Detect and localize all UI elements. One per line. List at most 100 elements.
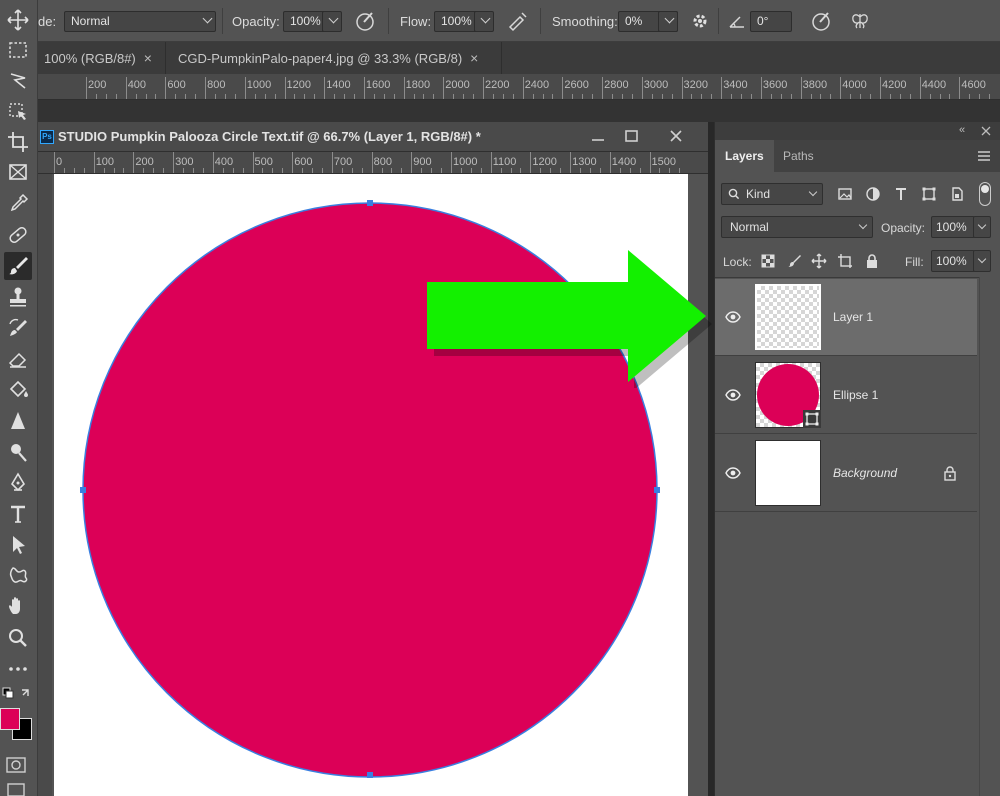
layer-row-layer-1[interactable]: Layer 1 [715, 279, 977, 356]
ruler-label: 3600 [762, 79, 788, 91]
horizontal-ruler: 0 100 200 300 400 500 600 700 800 900 1000 1100 1200… [38, 152, 708, 174]
smart-object-filter-icon[interactable] [949, 186, 965, 202]
pen-tool-icon[interactable] [4, 469, 32, 497]
eraser-tool-icon[interactable] [4, 345, 32, 373]
hand-tool-icon[interactable] [4, 593, 32, 621]
anchor-point[interactable] [367, 772, 373, 778]
more-tools-icon[interactable] [4, 655, 32, 683]
symmetry-icon[interactable] [848, 9, 872, 33]
path-selection-tool-icon[interactable] [4, 531, 32, 559]
filter-type-select[interactable]: Kind [721, 183, 823, 205]
ruler-tick [234, 94, 236, 99]
ruler-tick [232, 168, 234, 173]
ruler-tick [532, 94, 534, 99]
anchor-point[interactable] [654, 487, 660, 493]
ruler-tick [95, 94, 97, 99]
opacity-dropdown[interactable] [322, 11, 342, 32]
crop-tool-icon[interactable] [4, 128, 32, 156]
ruler-tick [115, 94, 117, 99]
lock-artboard-icon[interactable] [837, 253, 853, 269]
pixel-filter-icon[interactable] [837, 186, 853, 202]
mode-select[interactable]: Normal [64, 11, 216, 32]
blur-tool-icon[interactable] [4, 407, 32, 435]
document-tab[interactable]: 100% (RGB/8#) × [38, 42, 166, 74]
close-icon[interactable]: × [470, 50, 478, 66]
clone-stamp-tool-icon[interactable] [4, 283, 32, 311]
visibility-eye-icon[interactable] [725, 465, 741, 481]
panel-menu-icon[interactable] [977, 150, 991, 162]
marquee-tool-icon[interactable] [4, 36, 32, 64]
fill-dropdown[interactable] [973, 250, 991, 272]
panel-scrollbar[interactable] [979, 277, 1000, 796]
layer-opacity-input[interactable]: 100% [931, 216, 975, 238]
lock-image-pixels-icon[interactable] [787, 253, 803, 269]
ruler-tick [125, 77, 127, 99]
healing-brush-tool-icon[interactable] [4, 221, 32, 249]
flow-dropdown[interactable] [474, 11, 494, 32]
custom-shape-tool-icon[interactable] [4, 562, 32, 590]
lock-position-icon[interactable] [811, 253, 827, 269]
lasso-tool-icon[interactable] [4, 66, 32, 94]
visibility-eye-icon[interactable] [725, 387, 741, 403]
chevron-down-icon [664, 13, 675, 24]
screen-mode-icon[interactable] [4, 782, 28, 796]
visibility-eye-icon[interactable] [725, 309, 741, 325]
shape-filter-icon[interactable] [921, 186, 937, 202]
filter-toggle[interactable] [979, 182, 991, 206]
ruler-tick [850, 94, 852, 99]
lock-all-icon[interactable] [865, 253, 879, 269]
zoom-tool-icon[interactable] [4, 624, 32, 652]
ruler-tick [155, 94, 157, 99]
ruler-tick [512, 94, 514, 99]
foreground-color-swatch[interactable] [0, 708, 20, 730]
ruler-label: 3800 [802, 79, 828, 91]
object-select-tool-icon[interactable] [4, 98, 32, 126]
document-tab[interactable]: CGD-PumpkinPalo-paper4.jpg @ 33.3% (RGB/… [172, 42, 502, 74]
minimize-icon[interactable] [590, 130, 606, 144]
anchor-point[interactable] [367, 200, 373, 206]
ruler-tick [760, 77, 762, 99]
layer-row-ellipse-1[interactable]: Ellipse 1 [715, 357, 977, 434]
tab-layers[interactable]: Layers [715, 140, 774, 172]
fill-input[interactable]: 100% [931, 250, 975, 272]
layer-row-background[interactable]: Background [715, 435, 977, 512]
dodge-tool-icon[interactable] [4, 438, 32, 466]
quick-mask-icon[interactable] [4, 756, 28, 774]
ruler-tick [324, 77, 326, 99]
paint-bucket-tool-icon[interactable] [4, 376, 32, 404]
anchor-point[interactable] [80, 487, 86, 493]
close-icon[interactable]: × [144, 50, 152, 66]
document-title-bar[interactable]: Ps STUDIO Pumpkin Palooza Circle Text.ti… [38, 122, 708, 152]
divider [715, 277, 1000, 278]
pressure-opacity-icon[interactable] [354, 9, 378, 33]
gear-icon[interactable] [688, 9, 712, 33]
pressure-size-icon[interactable] [810, 9, 834, 33]
collapse-panel-icon[interactable]: « [959, 124, 965, 136]
lock-transparent-pixels-icon[interactable] [761, 254, 775, 268]
airbrush-icon[interactable] [506, 9, 530, 33]
angle-input[interactable]: 0° [750, 11, 792, 32]
close-icon[interactable] [668, 129, 684, 143]
move-tool-icon[interactable] [4, 6, 32, 34]
ruler-tick [83, 168, 85, 173]
ruler-label: 0 [56, 156, 63, 168]
swap-colors-icon[interactable] [2, 686, 36, 702]
type-filter-icon[interactable] [893, 186, 909, 202]
eyedropper-tool-icon[interactable] [4, 190, 32, 218]
tab-paths[interactable]: Paths [773, 140, 824, 172]
brush-tool-button[interactable] [4, 252, 32, 280]
ruler-tick [909, 94, 911, 99]
blend-mode-select[interactable]: Normal [721, 216, 873, 238]
close-icon[interactable] [981, 126, 991, 136]
frame-tool-icon[interactable] [4, 158, 32, 186]
smoothing-dropdown[interactable] [658, 11, 678, 32]
type-tool-icon[interactable] [4, 500, 32, 528]
ruler-tick [671, 94, 673, 99]
maximize-icon[interactable] [624, 129, 640, 143]
ruler-tick [780, 94, 782, 99]
history-brush-tool-icon[interactable] [4, 314, 32, 342]
ruler-tick [453, 94, 455, 99]
layer-opacity-dropdown[interactable] [973, 216, 991, 238]
ruler-tick [572, 94, 574, 99]
adjustment-filter-icon[interactable] [865, 186, 881, 202]
